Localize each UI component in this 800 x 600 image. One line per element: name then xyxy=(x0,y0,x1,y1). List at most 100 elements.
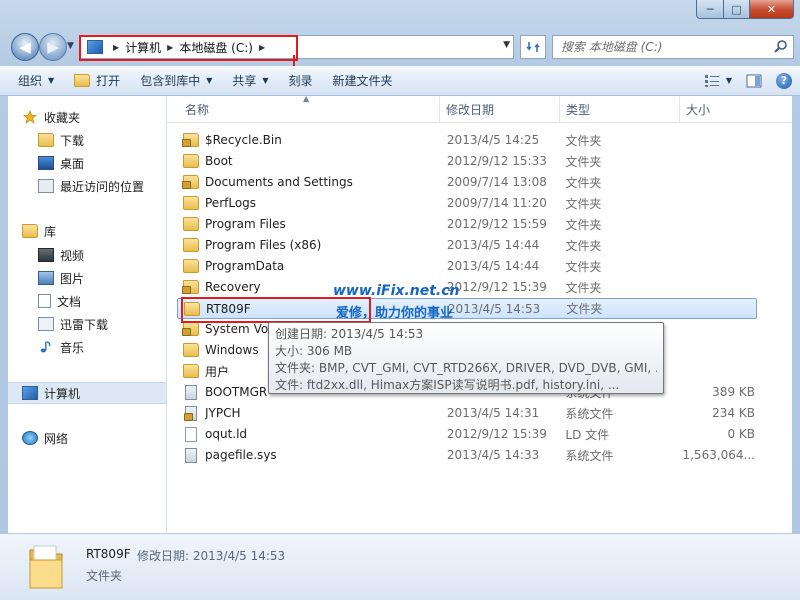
sidebar-label: 收藏夹 xyxy=(44,110,81,125)
system-file-icon xyxy=(184,405,197,421)
folder-icon xyxy=(184,301,200,316)
breadcrumb-local-disk[interactable]: 本地磁盘 (C:) xyxy=(179,39,253,56)
back-button[interactable]: ◀ xyxy=(11,33,39,61)
lock-icon xyxy=(182,286,191,294)
file-date: 2013/4/5 14:25 xyxy=(446,133,540,147)
file-row[interactable]: Recovery 2012/9/12 15:39 文件夹 xyxy=(177,277,755,297)
column-header-name[interactable]: ▲ 名称 xyxy=(167,94,440,122)
file-row[interactable]: PerfLogs 2009/7/14 11:20 文件夹 xyxy=(177,193,755,213)
view-options-icon[interactable] xyxy=(704,74,720,88)
minimize-button[interactable]: ─ xyxy=(696,0,724,19)
column-label: 名称 xyxy=(185,102,210,117)
search-input[interactable] xyxy=(559,38,768,56)
file-type: 文件夹 xyxy=(565,154,602,169)
documents-icon xyxy=(38,294,51,308)
file-row[interactable]: Documents and Settings 2009/7/14 13:08 文件夹 xyxy=(177,172,755,192)
breadcrumb-arrow-icon[interactable]: ▶ xyxy=(259,43,265,52)
file-row[interactable]: ProgramData 2013/4/5 14:44 文件夹 xyxy=(177,256,755,276)
column-label: 修改日期 xyxy=(446,102,495,117)
forward-button[interactable]: ▶ xyxy=(39,33,67,61)
downloads-folder-icon xyxy=(38,133,54,147)
file-name: Program Files xyxy=(205,217,286,231)
sidebar-label: 音乐 xyxy=(60,340,85,355)
recent-pages-dropdown-icon[interactable]: ▼ xyxy=(67,41,74,51)
file-row[interactable]: Program Files (x86) 2013/4/5 14:44 文件夹 xyxy=(177,235,755,255)
search-box[interactable] xyxy=(552,35,794,59)
new-folder-button[interactable]: 新建文件夹 xyxy=(323,66,403,95)
music-note-icon xyxy=(40,341,51,353)
burn-label: 刻录 xyxy=(288,74,313,88)
file-row[interactable]: $Recycle.Bin 2013/4/5 14:25 文件夹 xyxy=(177,130,755,150)
file-date: 2012/9/12 15:39 xyxy=(446,280,547,294)
command-bar: 组织 ▼ 打开 包含到库中 ▼ 共享 ▼ 刻录 新建文件夹 ▼ ? xyxy=(0,66,800,96)
sidebar-item-libraries[interactable]: 库 xyxy=(22,221,180,241)
folder-icon xyxy=(182,133,199,147)
maximize-button[interactable]: □ xyxy=(724,0,750,19)
burn-button[interactable]: 刻录 xyxy=(279,66,323,95)
file-type: 文件夹 xyxy=(565,133,602,148)
column-header-size[interactable]: 大小 xyxy=(680,96,760,122)
file-type: LD 文件 xyxy=(565,427,610,442)
file-type: 文件夹 xyxy=(566,302,603,316)
breadcrumb-arrow-icon[interactable]: ▶ xyxy=(113,43,119,52)
file-row[interactable]: oqut.ld 2012/9/12 15:39 LD 文件 0 KB xyxy=(177,424,755,444)
share-menu[interactable]: 共享 ▼ xyxy=(222,66,278,95)
file-row[interactable]: JYPCH 2013/4/5 14:31 系统文件 234 KB xyxy=(177,403,755,423)
address-bar[interactable]: ▶ 计算机 ▶ 本地磁盘 (C:) ▶ ▼ xyxy=(80,35,514,59)
preview-pane-icon[interactable] xyxy=(746,74,762,88)
file-row[interactable]: Boot 2012/9/12 15:33 文件夹 xyxy=(177,151,755,171)
file-name: oqut.ld xyxy=(205,427,248,441)
folder-icon xyxy=(182,280,199,294)
details-name: RT809F xyxy=(86,547,131,561)
include-in-library-menu[interactable]: 包含到库中 ▼ xyxy=(130,66,222,95)
chevron-down-icon: ▼ xyxy=(206,76,213,85)
file-size: 0 KB xyxy=(727,427,755,441)
explorer-window: ─ □ ✕ ◀ ▶ ▼ ▶ 计算机 ▶ 本地磁盘 (C:) ▶ ▼ 搜索 本地磁… xyxy=(0,0,800,600)
organize-menu[interactable]: 组织 ▼ xyxy=(0,66,64,95)
file-list-pane: ▲ 名称 修改日期 类型 大小 $Recycle.Bin 2013/4/5 14:… xyxy=(167,94,792,534)
lock-icon xyxy=(184,412,193,421)
caption-buttons: ─ □ ✕ xyxy=(696,0,794,19)
open-button[interactable]: 打开 xyxy=(64,66,130,95)
file-name: Program Files (x86) xyxy=(205,238,322,252)
open-label: 打开 xyxy=(96,74,121,88)
navigation-pane: 收藏夹 下载 桌面 最近访问的位置 库 视频 图片 文档 迅雷下载 音乐 计算机… xyxy=(8,96,167,534)
address-dropdown-icon[interactable]: ▼ xyxy=(503,40,510,50)
watermark-slogan: 爱修，助力你的事业 xyxy=(336,306,454,321)
close-button[interactable]: ✕ xyxy=(750,0,794,19)
file-date: 2012/9/12 15:39 xyxy=(446,427,547,441)
search-icon[interactable] xyxy=(773,39,789,55)
file-row[interactable]: pagefile.sys 2013/4/5 14:33 系统文件 1,563,064.… xyxy=(177,445,755,465)
sort-ascending-icon: ▲ xyxy=(303,94,310,103)
column-header-type[interactable]: 类型 xyxy=(560,96,680,122)
include-in-library-label: 包含到库中 xyxy=(140,74,201,88)
file-name: ProgramData xyxy=(205,259,285,273)
sidebar-label: 图片 xyxy=(60,271,85,286)
breadcrumb-arrow-icon[interactable]: ▶ xyxy=(167,43,173,52)
file-type: 文件夹 xyxy=(565,196,602,211)
recent-places-icon xyxy=(38,179,54,193)
refresh-button[interactable] xyxy=(520,35,546,59)
download-folder-icon xyxy=(38,317,54,331)
file-type: 文件夹 xyxy=(565,217,602,232)
tooltip-files: 文件: ftd2xx.dll, Himax方案ISP读写说明书.pdf, his… xyxy=(275,378,620,392)
file-name: JYPCH xyxy=(205,406,241,420)
sidebar-item-computer[interactable]: 计算机 xyxy=(8,382,166,404)
file-size: 234 KB xyxy=(712,406,755,420)
folder-icon xyxy=(183,364,199,378)
file-size: 389 KB xyxy=(712,385,755,399)
desktop-icon xyxy=(38,156,54,170)
column-header-date[interactable]: 修改日期 xyxy=(440,96,560,122)
breadcrumb-computer[interactable]: 计算机 xyxy=(125,39,161,56)
help-icon[interactable]: ? xyxy=(776,72,792,89)
navigation-bar: ◀ ▶ ▼ ▶ 计算机 ▶ 本地磁盘 (C:) ▶ ▼ xyxy=(8,32,794,61)
star-icon xyxy=(23,110,37,124)
file-date: 2013/4/5 14:33 xyxy=(446,448,540,462)
file-row[interactable]: Program Files 2012/9/12 15:59 文件夹 xyxy=(177,214,755,234)
chevron-down-icon[interactable]: ▼ xyxy=(726,76,732,85)
folder-info-tooltip: 创建日期: 2013/4/5 14:53 大小: 306 MB 文件夹: BMP… xyxy=(268,322,664,394)
file-type: 文件夹 xyxy=(565,175,602,190)
sidebar-item-network[interactable]: 网络 xyxy=(22,428,180,448)
file-row[interactable]: RT809F 2013/4/5 14:53 文件夹 xyxy=(177,298,757,319)
sidebar-item-favorites[interactable]: 收藏夹 xyxy=(22,107,180,127)
